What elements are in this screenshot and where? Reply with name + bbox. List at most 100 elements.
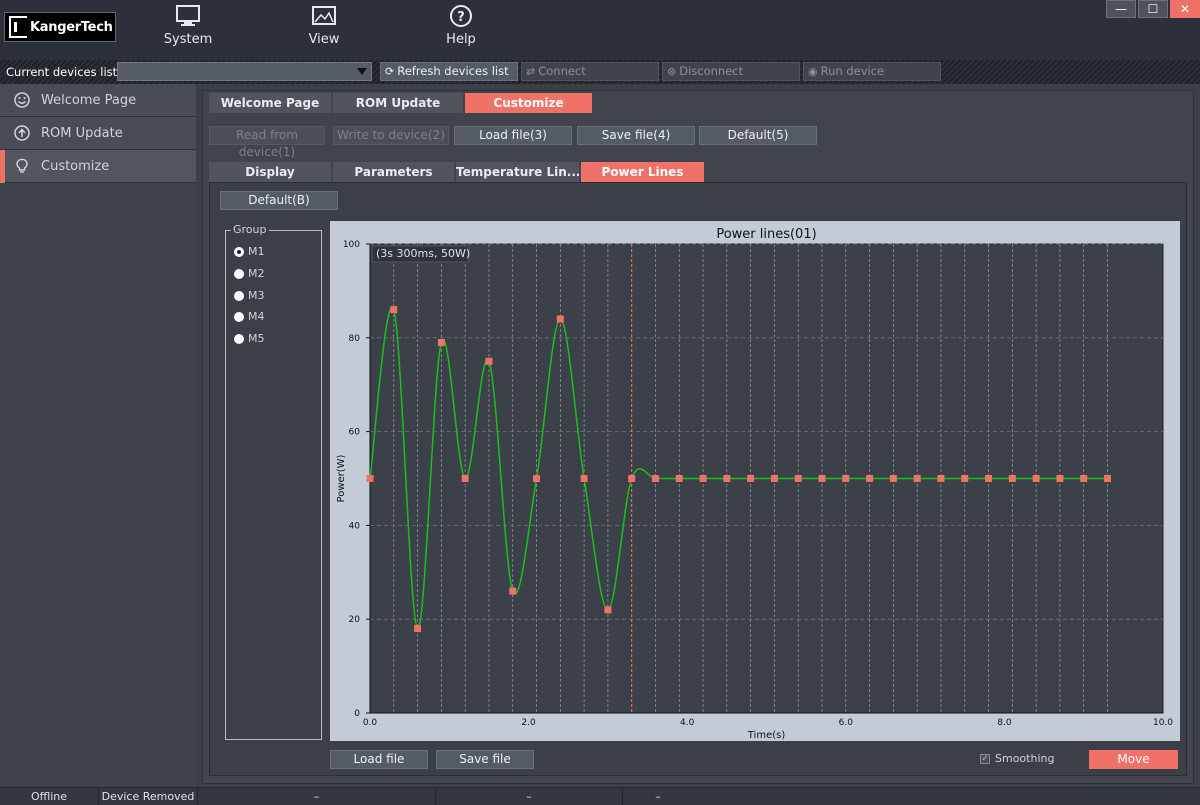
y-tick-label: 20 [349,615,361,625]
data-point-marker[interactable] [556,315,564,323]
data-point-marker[interactable] [1056,475,1064,482]
data-point-marker[interactable] [770,475,778,482]
radio-m5[interactable]: M5 [234,332,265,345]
menu-system[interactable]: System [148,0,228,60]
data-point-marker[interactable] [961,475,969,482]
data-point-marker[interactable] [366,475,374,482]
svg-text:?: ? [457,10,465,25]
data-point-marker[interactable] [1008,475,1016,482]
data-point-marker[interactable] [628,475,636,482]
minimize-button[interactable]: — [1106,0,1136,18]
x-tick-label: 4.0 [680,718,695,728]
logo-mark-icon [9,16,27,38]
chart-load-file-button[interactable]: Load file [330,750,428,769]
checkbox-box: ✓ [980,753,990,764]
power-lines-chart[interactable]: 0 20 40 60 80 100 0.0 2.0 4.0 6.0 8.0 10.0 (3s 300m… [330,221,1180,741]
window-controls: — ☐ ✕ [1104,0,1200,18]
refresh-devices-button[interactable]: ⟳ Refresh devices list [380,62,518,81]
data-point-marker[interactable] [1103,475,1111,482]
devices-list-label: Current devices list [6,65,118,79]
tab-temperature-lines[interactable]: Temperature Lin... [456,162,579,182]
radio-label: M2 [248,267,265,280]
smoothing-label: Smoothing [995,752,1055,765]
y-axis-label: Power(W) [336,454,347,502]
menu-help[interactable]: ? Help [421,0,501,60]
refresh-icon: ⟳ [385,65,395,78]
y-tick-label: 100 [343,240,360,250]
status-field-2: – [436,788,623,805]
read-from-device-button[interactable]: Read from device(1) [209,126,325,159]
status-connection: Offline [0,788,99,805]
data-point-marker[interactable] [533,475,541,482]
data-point-marker[interactable] [390,306,398,314]
cursor-readout: (3s 300ms, 50W) [371,245,470,263]
sidebar-item-customize[interactable]: Customize [0,150,196,183]
connect-icon: ⇄ [526,65,536,78]
data-point-marker[interactable] [866,475,874,482]
default-b-button[interactable]: Default(B) [220,191,338,210]
menu-view[interactable]: View [284,0,364,60]
sidebar-item-label: Welcome Page [41,93,137,108]
tab-power-lines[interactable]: Power Lines [581,162,704,182]
data-point-marker[interactable] [699,475,707,482]
data-point-marker[interactable] [723,475,731,482]
chart-save-file-button[interactable]: Save file [436,750,534,769]
data-point-marker[interactable] [937,475,945,482]
radio-m1[interactable]: M1 [234,245,265,258]
data-point-marker[interactable] [1080,475,1088,482]
main-tabs: Welcome Page ROM Update Customize [209,93,594,113]
data-point-marker[interactable] [675,475,683,482]
tab-rom-update[interactable]: ROM Update [333,93,463,113]
radio-m3[interactable]: M3 [234,289,265,302]
default-button[interactable]: Default(5) [699,126,817,145]
data-point-marker[interactable] [604,606,612,614]
smoothing-checkbox[interactable]: ✓ Smoothing [980,752,1054,765]
data-point-marker[interactable] [651,475,659,482]
devices-dropdown[interactable] [117,62,372,81]
move-button[interactable]: Move [1089,750,1178,769]
connect-label: Connect [538,64,586,78]
x-tick-label: 10.0 [1153,718,1173,728]
x-tick-label: 6.0 [839,718,854,728]
data-point-marker[interactable] [985,475,993,482]
data-point-marker[interactable] [747,475,755,482]
data-point-marker[interactable] [1032,475,1040,482]
close-button[interactable]: ✕ [1170,0,1200,18]
tab-display[interactable]: Display [209,162,331,182]
power-lines-panel: Default(B) Group M1 M2 M3 M4 M5 020 40 6… [209,182,1187,776]
data-point-marker[interactable] [889,475,897,482]
sidebar-item-rom-update[interactable]: ROM Update [0,117,196,150]
chevron-down-icon [357,68,367,75]
disconnect-button[interactable]: ⊗ Disconnect [662,62,800,81]
load-file-button[interactable]: Load file(3) [454,126,572,145]
radio-m4[interactable]: M4 [234,310,265,323]
radio-label: M1 [248,245,265,258]
data-point-marker[interactable] [414,625,422,633]
radio-m2[interactable]: M2 [234,267,265,280]
connect-button[interactable]: ⇄ Connect [521,62,659,81]
data-point-marker[interactable] [437,338,445,346]
tab-welcome-page[interactable]: Welcome Page [209,93,331,113]
sidebar-item-label: ROM Update [41,126,123,141]
write-to-device-button[interactable]: Write to device(2) [333,126,449,145]
tab-customize[interactable]: Customize [465,93,592,113]
data-point-marker[interactable] [842,475,850,482]
main-panel: Welcome Page ROM Update Customize Read f… [202,90,1194,784]
data-point-marker[interactable] [485,357,493,365]
smiley-icon [14,92,30,108]
sidebar-item-welcome-page[interactable]: Welcome Page [0,84,196,117]
image-icon [312,6,336,25]
run-device-button[interactable]: ◉ Run device [803,62,941,81]
data-point-marker[interactable] [580,475,588,482]
data-point-marker[interactable] [509,587,517,595]
maximize-button[interactable]: ☐ [1138,0,1168,18]
chart-canvas[interactable]: 0 20 40 60 80 100 0.0 2.0 4.0 6.0 8.0 10.0 (3s 300m… [330,221,1180,741]
data-point-marker[interactable] [818,475,826,482]
tab-parameters[interactable]: Parameters [333,162,454,182]
data-point-marker[interactable] [913,475,921,482]
kangertech-logo: KangerTech [4,12,116,42]
data-point-marker[interactable] [461,475,469,482]
radio-label: M3 [248,289,265,302]
save-file-button[interactable]: Save file(4) [577,126,695,145]
data-point-marker[interactable] [794,475,802,482]
